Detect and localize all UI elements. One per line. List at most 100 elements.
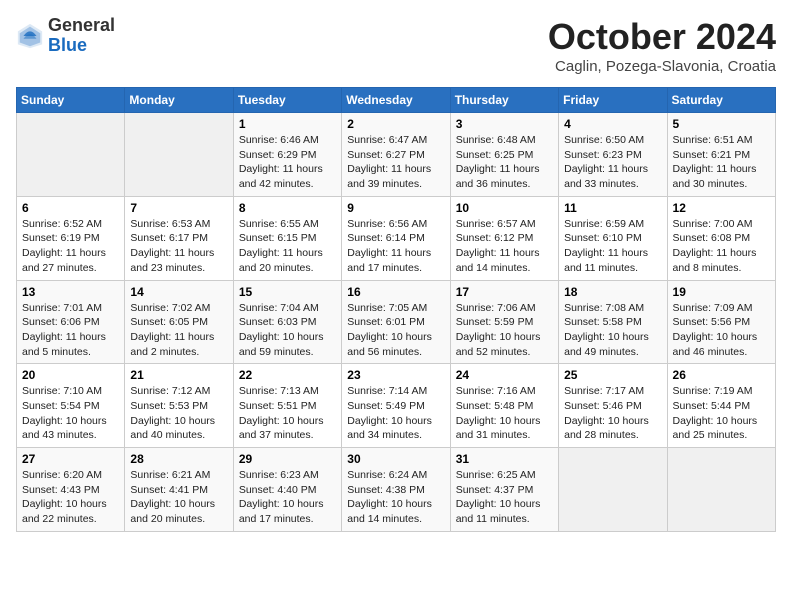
daylight: Daylight: 11 hours and 8 minutes. bbox=[673, 247, 757, 274]
sunset: Sunset: 6:05 PM bbox=[130, 316, 208, 328]
sunrise: Sunrise: 7:01 AM bbox=[22, 302, 102, 314]
daylight: Daylight: 11 hours and 27 minutes. bbox=[22, 247, 106, 274]
daylight: Daylight: 10 hours and 37 minutes. bbox=[239, 415, 324, 442]
sunset: Sunset: 5:51 PM bbox=[239, 400, 317, 412]
calendar-cell: 18 Sunrise: 7:08 AM Sunset: 5:58 PM Dayl… bbox=[559, 280, 667, 364]
day-number: 6 bbox=[22, 201, 119, 215]
sunset: Sunset: 6:03 PM bbox=[239, 316, 317, 328]
sunrise: Sunrise: 6:52 AM bbox=[22, 218, 102, 230]
sunset: Sunset: 5:46 PM bbox=[564, 400, 642, 412]
sunset: Sunset: 6:08 PM bbox=[673, 232, 751, 244]
day-info: Sunrise: 6:59 AM Sunset: 6:10 PM Dayligh… bbox=[564, 217, 661, 276]
daylight: Daylight: 10 hours and 22 minutes. bbox=[22, 498, 107, 525]
calendar-cell bbox=[559, 448, 667, 532]
sunrise: Sunrise: 7:06 AM bbox=[456, 302, 536, 314]
day-info: Sunrise: 7:19 AM Sunset: 5:44 PM Dayligh… bbox=[673, 384, 770, 443]
day-number: 15 bbox=[239, 285, 336, 299]
sunrise: Sunrise: 6:53 AM bbox=[130, 218, 210, 230]
logo-text: General Blue bbox=[48, 16, 115, 56]
day-info: Sunrise: 6:48 AM Sunset: 6:25 PM Dayligh… bbox=[456, 133, 553, 192]
day-info: Sunrise: 6:20 AM Sunset: 4:43 PM Dayligh… bbox=[22, 468, 119, 527]
daylight: Daylight: 10 hours and 49 minutes. bbox=[564, 331, 649, 358]
day-number: 4 bbox=[564, 117, 661, 131]
calendar-cell: 23 Sunrise: 7:14 AM Sunset: 5:49 PM Dayl… bbox=[342, 364, 450, 448]
calendar-cell: 12 Sunrise: 7:00 AM Sunset: 6:08 PM Dayl… bbox=[667, 196, 775, 280]
daylight: Daylight: 11 hours and 30 minutes. bbox=[673, 163, 757, 190]
sunrise: Sunrise: 6:50 AM bbox=[564, 134, 644, 146]
daylight: Daylight: 11 hours and 11 minutes. bbox=[564, 247, 648, 274]
day-info: Sunrise: 7:10 AM Sunset: 5:54 PM Dayligh… bbox=[22, 384, 119, 443]
day-info: Sunrise: 7:05 AM Sunset: 6:01 PM Dayligh… bbox=[347, 301, 444, 360]
day-info: Sunrise: 6:21 AM Sunset: 4:41 PM Dayligh… bbox=[130, 468, 227, 527]
calendar-cell: 19 Sunrise: 7:09 AM Sunset: 5:56 PM Dayl… bbox=[667, 280, 775, 364]
daylight: Daylight: 11 hours and 5 minutes. bbox=[22, 331, 106, 358]
day-number: 7 bbox=[130, 201, 227, 215]
calendar-cell: 7 Sunrise: 6:53 AM Sunset: 6:17 PM Dayli… bbox=[125, 196, 233, 280]
day-number: 30 bbox=[347, 452, 444, 466]
day-number: 12 bbox=[673, 201, 770, 215]
sunset: Sunset: 6:14 PM bbox=[347, 232, 425, 244]
calendar-cell: 13 Sunrise: 7:01 AM Sunset: 6:06 PM Dayl… bbox=[17, 280, 125, 364]
title-block: October 2024 Caglin, Pozega-Slavonia, Cr… bbox=[548, 16, 776, 75]
calendar-cell: 8 Sunrise: 6:55 AM Sunset: 6:15 PM Dayli… bbox=[233, 196, 341, 280]
sunrise: Sunrise: 6:55 AM bbox=[239, 218, 319, 230]
day-number: 20 bbox=[22, 368, 119, 382]
day-info: Sunrise: 6:53 AM Sunset: 6:17 PM Dayligh… bbox=[130, 217, 227, 276]
day-info: Sunrise: 7:13 AM Sunset: 5:51 PM Dayligh… bbox=[239, 384, 336, 443]
calendar-cell: 27 Sunrise: 6:20 AM Sunset: 4:43 PM Dayl… bbox=[17, 448, 125, 532]
sunset: Sunset: 6:15 PM bbox=[239, 232, 317, 244]
day-number: 1 bbox=[239, 117, 336, 131]
daylight: Daylight: 10 hours and 31 minutes. bbox=[456, 415, 541, 442]
sunset: Sunset: 4:37 PM bbox=[456, 484, 534, 496]
sunrise: Sunrise: 7:16 AM bbox=[456, 385, 536, 397]
daylight: Daylight: 10 hours and 52 minutes. bbox=[456, 331, 541, 358]
day-info: Sunrise: 7:04 AM Sunset: 6:03 PM Dayligh… bbox=[239, 301, 336, 360]
sunset: Sunset: 4:41 PM bbox=[130, 484, 208, 496]
day-number: 21 bbox=[130, 368, 227, 382]
day-number: 9 bbox=[347, 201, 444, 215]
calendar-cell: 29 Sunrise: 6:23 AM Sunset: 4:40 PM Dayl… bbox=[233, 448, 341, 532]
daylight: Daylight: 10 hours and 17 minutes. bbox=[239, 498, 324, 525]
sunrise: Sunrise: 7:08 AM bbox=[564, 302, 644, 314]
calendar-cell: 14 Sunrise: 7:02 AM Sunset: 6:05 PM Dayl… bbox=[125, 280, 233, 364]
day-info: Sunrise: 7:08 AM Sunset: 5:58 PM Dayligh… bbox=[564, 301, 661, 360]
calendar-cell: 20 Sunrise: 7:10 AM Sunset: 5:54 PM Dayl… bbox=[17, 364, 125, 448]
day-info: Sunrise: 6:23 AM Sunset: 4:40 PM Dayligh… bbox=[239, 468, 336, 527]
day-info: Sunrise: 6:55 AM Sunset: 6:15 PM Dayligh… bbox=[239, 217, 336, 276]
logo-icon bbox=[16, 22, 44, 50]
sunrise: Sunrise: 7:17 AM bbox=[564, 385, 644, 397]
day-number: 14 bbox=[130, 285, 227, 299]
sunrise: Sunrise: 6:25 AM bbox=[456, 469, 536, 481]
sunset: Sunset: 6:25 PM bbox=[456, 149, 534, 161]
day-number: 10 bbox=[456, 201, 553, 215]
day-number: 5 bbox=[673, 117, 770, 131]
sunrise: Sunrise: 7:14 AM bbox=[347, 385, 427, 397]
daylight: Daylight: 10 hours and 25 minutes. bbox=[673, 415, 758, 442]
daylight: Daylight: 11 hours and 2 minutes. bbox=[130, 331, 214, 358]
day-info: Sunrise: 7:17 AM Sunset: 5:46 PM Dayligh… bbox=[564, 384, 661, 443]
calendar-cell: 10 Sunrise: 6:57 AM Sunset: 6:12 PM Dayl… bbox=[450, 196, 558, 280]
sunrise: Sunrise: 7:00 AM bbox=[673, 218, 753, 230]
day-number: 13 bbox=[22, 285, 119, 299]
sunset: Sunset: 6:06 PM bbox=[22, 316, 100, 328]
page-header: General Blue October 2024 Caglin, Pozega… bbox=[16, 16, 776, 75]
sunrise: Sunrise: 6:51 AM bbox=[673, 134, 753, 146]
daylight: Daylight: 10 hours and 40 minutes. bbox=[130, 415, 215, 442]
day-info: Sunrise: 6:47 AM Sunset: 6:27 PM Dayligh… bbox=[347, 133, 444, 192]
sunrise: Sunrise: 7:09 AM bbox=[673, 302, 753, 314]
day-number: 23 bbox=[347, 368, 444, 382]
daylight: Daylight: 11 hours and 23 minutes. bbox=[130, 247, 214, 274]
day-number: 26 bbox=[673, 368, 770, 382]
sunrise: Sunrise: 7:10 AM bbox=[22, 385, 102, 397]
daylight: Daylight: 10 hours and 59 minutes. bbox=[239, 331, 324, 358]
sunset: Sunset: 4:40 PM bbox=[239, 484, 317, 496]
calendar-cell: 28 Sunrise: 6:21 AM Sunset: 4:41 PM Dayl… bbox=[125, 448, 233, 532]
day-number: 31 bbox=[456, 452, 553, 466]
column-header-tuesday: Tuesday bbox=[233, 88, 341, 113]
daylight: Daylight: 10 hours and 11 minutes. bbox=[456, 498, 541, 525]
sunset: Sunset: 6:27 PM bbox=[347, 149, 425, 161]
daylight: Daylight: 10 hours and 43 minutes. bbox=[22, 415, 107, 442]
column-header-wednesday: Wednesday bbox=[342, 88, 450, 113]
sunrise: Sunrise: 6:20 AM bbox=[22, 469, 102, 481]
day-info: Sunrise: 6:50 AM Sunset: 6:23 PM Dayligh… bbox=[564, 133, 661, 192]
